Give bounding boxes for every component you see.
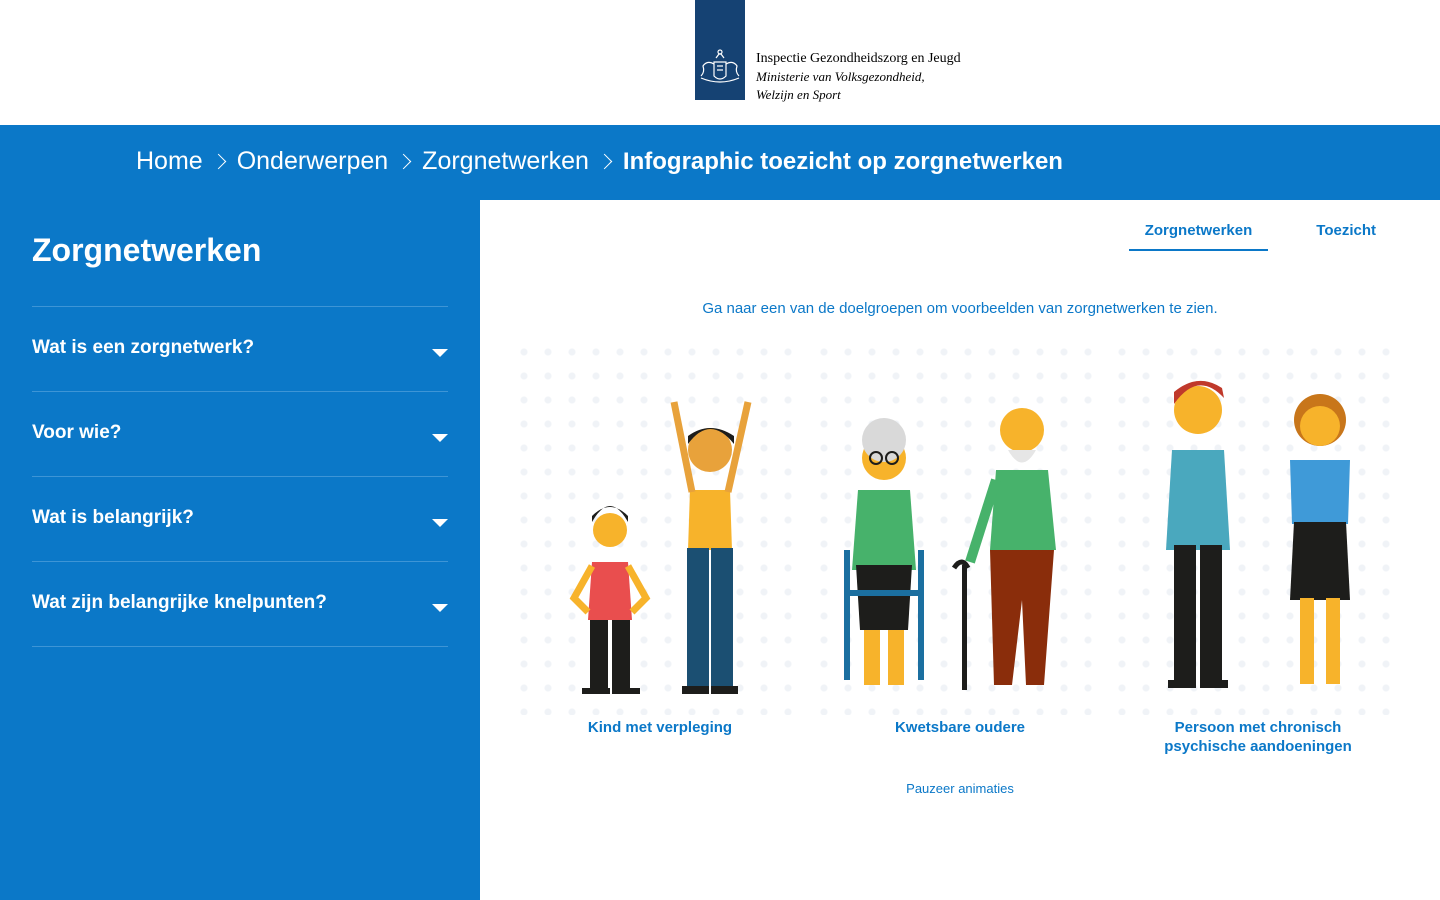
accordion-item-voor-wie[interactable]: Voor wie? bbox=[32, 391, 448, 476]
accordion-label: Wat zijn belangrijke knelpunten? bbox=[32, 592, 327, 613]
caret-down-icon bbox=[432, 349, 448, 357]
breadcrumb: Home Onderwerpen Zorgnetwerken Infograph… bbox=[136, 147, 1063, 176]
accordion-item-wat-is-belangrijk[interactable]: Wat is belangrijk? bbox=[32, 476, 448, 561]
accordion-divider bbox=[32, 646, 448, 647]
adult-couple-illustration bbox=[1166, 380, 1350, 688]
accordion-item-knelpunten[interactable]: Wat zijn belangrijke knelpunten? bbox=[32, 561, 448, 646]
main-content: Zorgnetwerken Toezicht Ga naar een van d… bbox=[480, 200, 1440, 900]
rijksoverheid-logo[interactable] bbox=[695, 0, 745, 100]
caption-line-1: Persoon met chronisch bbox=[1174, 719, 1342, 736]
chevron-right-icon bbox=[205, 148, 235, 176]
caret-down-icon bbox=[432, 604, 448, 612]
site-header: Inspectie Gezondheidszorg en Jeugd Minis… bbox=[0, 0, 1440, 125]
sidebar: Zorgnetwerken Wat is een zorgnetwerk? Vo… bbox=[0, 200, 480, 900]
breadcrumb-zorgnetwerken-link[interactable]: Zorgnetwerken bbox=[422, 147, 589, 176]
chevron-right-icon bbox=[390, 148, 420, 176]
child-and-nurse-illustration bbox=[569, 401, 752, 694]
org-name-line-3: Welzijn en Sport bbox=[756, 87, 841, 102]
accordion-item-wat-is-een-zorgnetwerk[interactable]: Wat is een zorgnetwerk? bbox=[32, 306, 448, 391]
caption-persoon-met-chronisch-psychische-aandoeningen[interactable]: Persoon met chronisch psychische aandoen… bbox=[1110, 718, 1406, 756]
breadcrumb-onderwerpen-link[interactable]: Onderwerpen bbox=[237, 147, 388, 176]
accordion-label: Voor wie? bbox=[32, 422, 122, 443]
organization-name[interactable]: Inspectie Gezondheidszorg en Jeugd Minis… bbox=[756, 50, 961, 104]
tab-toezicht[interactable]: Toezicht bbox=[1300, 222, 1392, 251]
accordion-label: Wat is een zorgnetwerk? bbox=[32, 337, 255, 358]
intro-text: Ga naar een van de doelgroepen om voorbe… bbox=[702, 300, 1218, 317]
caret-down-icon bbox=[432, 519, 448, 527]
group-persoon-met-chronisch-psychische-aandoeningen[interactable] bbox=[1110, 340, 1406, 715]
sidebar-title: Zorgnetwerken bbox=[32, 232, 262, 268]
coat-of-arms-icon bbox=[700, 49, 740, 83]
group-kwetsbare-oudere[interactable] bbox=[812, 340, 1108, 715]
pause-animations-link[interactable]: Pauzeer animaties bbox=[480, 781, 1440, 796]
caret-down-icon bbox=[432, 434, 448, 442]
tab-bar: Zorgnetwerken Toezicht bbox=[1097, 222, 1392, 251]
accordion-label: Wat is belangrijk? bbox=[32, 507, 194, 528]
elderly-couple-illustration bbox=[844, 408, 1056, 690]
breadcrumb-current-page: Infographic toezicht op zorgnetwerken bbox=[622, 147, 1063, 175]
org-name-line-1: Inspectie Gezondheidszorg en Jeugd bbox=[756, 51, 961, 66]
caption-kwetsbare-oudere[interactable]: Kwetsbare oudere bbox=[812, 718, 1108, 737]
org-name-line-2: Ministerie van Volksgezondheid, bbox=[756, 69, 925, 84]
caption-line-2: psychische aandoeningen bbox=[1164, 738, 1352, 755]
group-kind-met-verpleging[interactable] bbox=[512, 340, 808, 715]
breadcrumb-home-link[interactable]: Home bbox=[136, 147, 203, 176]
tab-zorgnetwerken[interactable]: Zorgnetwerken bbox=[1128, 222, 1269, 251]
caption-kind-met-verpleging[interactable]: Kind met verpleging bbox=[512, 718, 808, 737]
chevron-right-icon bbox=[591, 148, 621, 176]
breadcrumb-bar: Home Onderwerpen Zorgnetwerken Infograph… bbox=[0, 125, 1440, 200]
